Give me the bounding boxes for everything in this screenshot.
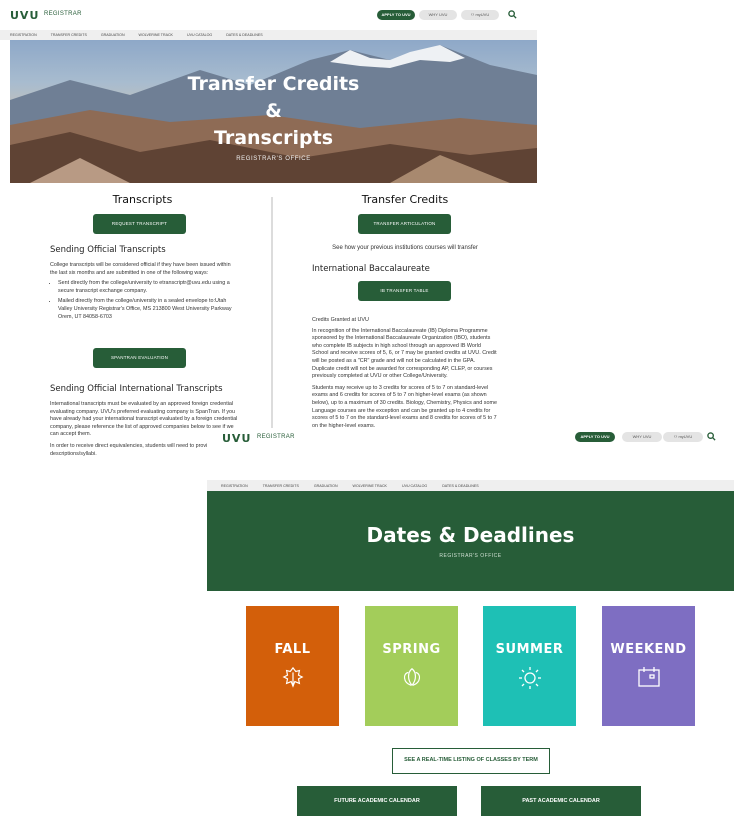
nav-transfer-credits[interactable]: TRANSFER CREDITS bbox=[263, 484, 299, 488]
ib-paragraph-2: Students may receive up to 3 credits for… bbox=[312, 384, 497, 429]
dates-banner: Dates & Deadlines REGISTRAR'S OFFICE bbox=[207, 491, 734, 591]
column-divider bbox=[271, 197, 273, 467]
tile-icon-wrap bbox=[602, 666, 695, 688]
nav-registration[interactable]: REGISTRATION bbox=[10, 33, 37, 37]
myuvu-button[interactable]: ⚇ myUVU bbox=[663, 432, 703, 442]
nav-graduation[interactable]: GRADUATION bbox=[314, 484, 338, 488]
search-icon[interactable] bbox=[508, 10, 517, 19]
request-transcript-button[interactable]: REQUEST TRANSCRIPT bbox=[93, 214, 186, 234]
hero-title-line3: Transcripts bbox=[213, 127, 334, 149]
uvu-logo[interactable]: UVU bbox=[10, 9, 39, 22]
transcripts-heading: Transcripts bbox=[112, 193, 173, 206]
hero-subtitle: REGISTRAR'S OFFICE bbox=[236, 156, 311, 162]
calendar-icon bbox=[637, 667, 660, 687]
search-icon[interactable] bbox=[707, 432, 716, 441]
weekend-label: WEEKEND bbox=[610, 642, 687, 657]
future-calendar-button[interactable]: FUTURE ACADEMIC CALENDAR bbox=[297, 786, 457, 816]
hero-title-line1: Transfer Credits bbox=[187, 73, 360, 95]
spring-tile[interactable]: SPRING bbox=[365, 606, 458, 726]
fall-tile[interactable]: FALL bbox=[246, 606, 339, 726]
past-calendar-button[interactable]: PAST ACADEMIC CALENDAR bbox=[481, 786, 641, 816]
tile-icon-wrap bbox=[246, 666, 339, 688]
spring-label: SPRING bbox=[382, 642, 441, 657]
list-item: Sent directly from the college/universit… bbox=[58, 280, 238, 295]
leaf-icon bbox=[282, 666, 303, 688]
international-baccalaureate-heading: International Baccalaureate bbox=[312, 264, 430, 274]
sending-intro: College transcripts will be considered o… bbox=[50, 262, 231, 276]
transfer-credits-page: UVU REGISTRAR APPLY TO UVU WHY UVU ⚇ myU… bbox=[0, 0, 537, 470]
why-uvu-button[interactable]: WHY UVU bbox=[419, 10, 457, 20]
weekend-tile[interactable]: WEEKEND bbox=[602, 606, 695, 726]
list-item: Mailed directly from the college/univers… bbox=[58, 298, 238, 321]
nav-uvu-catalog[interactable]: UVU CATALOG bbox=[187, 33, 212, 37]
nav-transfer-credits[interactable]: TRANSFER CREDITS bbox=[51, 33, 87, 37]
sending-official-transcripts-heading: Sending Official Transcripts bbox=[50, 245, 166, 255]
apply-button[interactable]: APPLY TO UVU bbox=[377, 10, 415, 20]
sending-transcripts-text: College transcripts will be considered o… bbox=[50, 262, 238, 324]
nav-dates-deadlines[interactable]: DATES & DEADLINES bbox=[226, 33, 262, 37]
registrar-link[interactable]: REGISTRAR bbox=[44, 11, 82, 17]
registrar-link[interactable]: REGISTRAR bbox=[257, 434, 295, 440]
hero-banner: Transfer Credits & Transcripts REGISTRAR… bbox=[10, 40, 537, 183]
sending-methods-list: Sent directly from the college/universit… bbox=[50, 280, 238, 321]
spantran-evaluation-button[interactable]: SPANTRAN EVALUATION bbox=[93, 348, 186, 368]
ib-credits-text: Credits Granted at UVU In recognition of… bbox=[312, 317, 498, 430]
tile-icon-wrap bbox=[365, 666, 458, 688]
fall-label: FALL bbox=[274, 642, 311, 657]
nav-dates-deadlines[interactable]: DATES & DEADLINES bbox=[442, 484, 478, 488]
summer-label: SUMMER bbox=[495, 642, 564, 657]
nav-registration[interactable]: REGISTRATION bbox=[221, 484, 248, 488]
ib-transfer-table-button[interactable]: IB TRANSFER TABLE bbox=[358, 281, 451, 301]
header-bar: UVU REGISTRAR APPLY TO UVU WHY UVU ⚇ myU… bbox=[207, 428, 740, 446]
secondary-nav: REGISTRATION TRANSFER CREDITS GRADUATION… bbox=[207, 480, 734, 491]
summer-tile[interactable]: SUMMER bbox=[483, 606, 576, 726]
myuvu-label: myUVU bbox=[475, 12, 490, 17]
sun-icon bbox=[518, 667, 541, 689]
uvu-logo[interactable]: UVU bbox=[222, 432, 251, 445]
myuvu-label: myUVU bbox=[678, 434, 693, 439]
nav-graduation[interactable]: GRADUATION bbox=[101, 33, 125, 37]
tile-icon-wrap bbox=[483, 666, 576, 690]
see-transfer-text: See how your previous institutions cours… bbox=[332, 245, 478, 251]
ib-paragraph-1: In recognition of the International Bacc… bbox=[312, 327, 497, 380]
credits-granted-label: Credits Granted at UVU bbox=[312, 317, 369, 323]
apply-button[interactable]: APPLY TO UVU bbox=[575, 432, 615, 442]
transcripts-column: Transcripts bbox=[50, 193, 235, 206]
real-time-listing-button[interactable]: SEE A REAL-TIME LISTING OF CLASSES BY TE… bbox=[392, 748, 550, 774]
nav-uvu-catalog[interactable]: UVU CATALOG bbox=[402, 484, 427, 488]
dates-deadlines-page: UVU REGISTRAR APPLY TO UVU WHY UVU ⚇ myU… bbox=[207, 428, 740, 819]
banner-subtitle: REGISTRAR'S OFFICE bbox=[439, 553, 502, 559]
why-uvu-button[interactable]: WHY UVU bbox=[622, 432, 662, 442]
myuvu-button[interactable]: ⚇ myUVU bbox=[461, 10, 499, 20]
secondary-nav: REGISTRATION TRANSFER CREDITS GRADUATION… bbox=[0, 30, 537, 40]
nav-wolverine-track[interactable]: WOLVERINE TRACK bbox=[353, 484, 387, 488]
transfer-credits-column: Transfer Credits bbox=[312, 193, 498, 206]
banner-title: Dates & Deadlines bbox=[366, 523, 575, 547]
transfer-articulation-button[interactable]: TRANSFER ARTICULATION bbox=[358, 214, 451, 234]
header-bar: UVU REGISTRAR APPLY TO UVU WHY UVU ⚇ myU… bbox=[0, 0, 537, 28]
hero-title-line2: & bbox=[265, 100, 282, 122]
tulip-icon bbox=[403, 667, 420, 687]
nav-wolverine-track[interactable]: WOLVERINE TRACK bbox=[139, 33, 173, 37]
transfer-credits-heading: Transfer Credits bbox=[361, 193, 449, 206]
international-transcripts-heading: Sending Official International Transcrip… bbox=[50, 384, 223, 394]
